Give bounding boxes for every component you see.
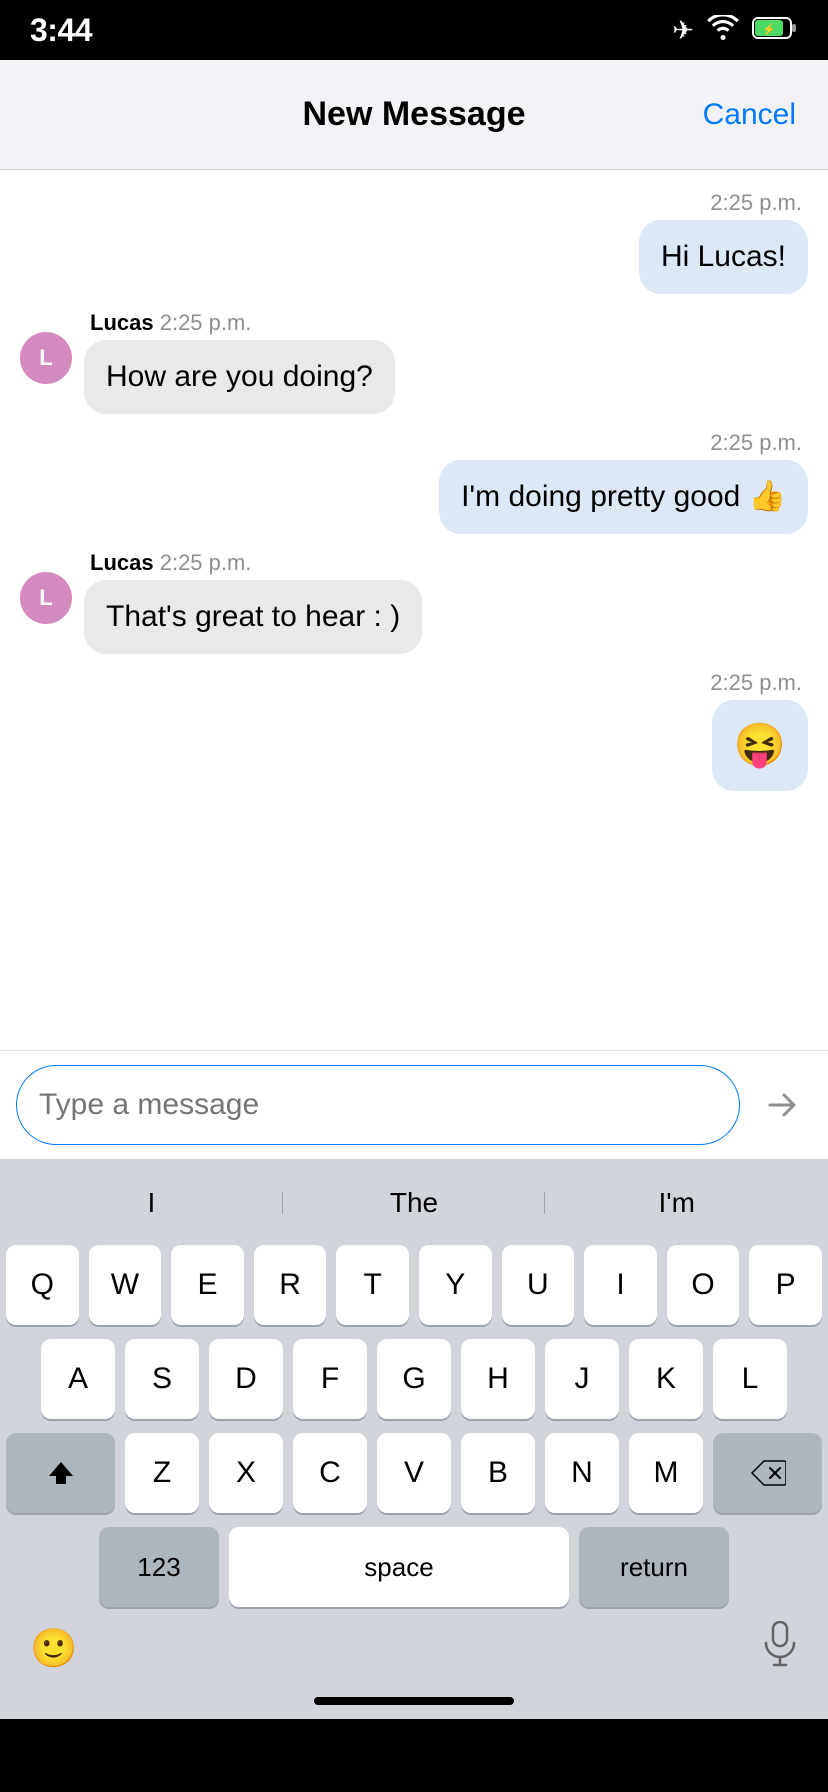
wifi-icon (706, 15, 740, 46)
message-time: 2:25 p.m. (704, 190, 808, 216)
key-w[interactable]: W (89, 1245, 162, 1325)
sender-name: Lucas (90, 310, 154, 335)
key-r[interactable]: R (254, 1245, 327, 1325)
key-g[interactable]: G (377, 1339, 451, 1419)
key-m[interactable]: M (629, 1433, 703, 1513)
key-j[interactable]: J (545, 1339, 619, 1419)
message-row: 2:25 p.m. I'm doing pretty good 👍 (20, 430, 808, 534)
key-x[interactable]: X (209, 1433, 283, 1513)
key-s[interactable]: S (125, 1339, 199, 1419)
message-row: L Lucas 2:25 p.m. That's great to hear :… (20, 550, 808, 654)
num-key[interactable]: 123 (99, 1527, 219, 1607)
key-b[interactable]: B (461, 1433, 535, 1513)
svg-text:⚡: ⚡ (762, 23, 776, 36)
home-indicator (0, 1697, 828, 1719)
received-bubble-wrapper: Lucas 2:25 p.m. That's great to hear : ) (84, 550, 422, 654)
message-meta: Lucas 2:25 p.m. (84, 550, 257, 576)
keyboard: I The I'm Q W E R T Y U I O P A S D F G … (0, 1159, 828, 1719)
home-bar (314, 1697, 514, 1705)
nav-bar: New Message Cancel (0, 60, 828, 170)
shift-key[interactable] (6, 1433, 115, 1513)
message-bubble: I'm doing pretty good 👍 (439, 460, 808, 534)
message-row: 2:25 p.m. 😝 (20, 670, 808, 791)
key-q[interactable]: Q (6, 1245, 79, 1325)
key-a[interactable]: A (41, 1339, 115, 1419)
sender-name: Lucas (90, 550, 154, 575)
predictive-word-1[interactable]: I (20, 1187, 283, 1219)
key-d[interactable]: D (209, 1339, 283, 1419)
key-n[interactable]: N (545, 1433, 619, 1513)
chat-area: 2:25 p.m. Hi Lucas! L Lucas 2:25 p.m. Ho… (0, 170, 828, 1050)
key-t[interactable]: T (336, 1245, 409, 1325)
key-row-4: 123 space return (6, 1527, 822, 1607)
key-y[interactable]: Y (419, 1245, 492, 1325)
predictive-word-3[interactable]: I'm (545, 1187, 808, 1219)
battery-icon: ⚡ (752, 15, 798, 46)
airplane-icon: ✈ (672, 15, 694, 46)
emoji-button[interactable]: 🙂 (30, 1627, 77, 1671)
status-time: 3:44 (30, 12, 92, 49)
message-time: 2:25 p.m. (704, 430, 808, 456)
send-button[interactable] (752, 1075, 812, 1135)
avatar: L (20, 332, 72, 384)
key-c[interactable]: C (293, 1433, 367, 1513)
message-time: 2:25 p.m. (160, 550, 252, 575)
key-row-2: A S D F G H J K L (6, 1339, 822, 1419)
key-row-3: Z X C V B N M (6, 1433, 822, 1513)
key-o[interactable]: O (667, 1245, 740, 1325)
predictive-bar: I The I'm (0, 1169, 828, 1237)
message-bubble: 😝 (712, 700, 808, 791)
keyboard-bottom: 🙂 (0, 1607, 828, 1697)
message-row: L Lucas 2:25 p.m. How are you doing? (20, 310, 808, 414)
key-e[interactable]: E (171, 1245, 244, 1325)
keys-section: Q W E R T Y U I O P A S D F G H J K L (0, 1237, 828, 1607)
message-meta: Lucas 2:25 p.m. (84, 310, 257, 336)
message-bubble: How are you doing? (84, 340, 395, 414)
key-row-1: Q W E R T Y U I O P (6, 1245, 822, 1325)
space-key[interactable]: space (229, 1527, 569, 1607)
key-p[interactable]: P (749, 1245, 822, 1325)
key-f[interactable]: F (293, 1339, 367, 1419)
input-area (0, 1050, 828, 1159)
message-bubble: Hi Lucas! (639, 220, 808, 294)
received-bubble-wrapper: Lucas 2:25 p.m. How are you doing? (84, 310, 395, 414)
key-i[interactable]: I (584, 1245, 657, 1325)
delete-key[interactable] (713, 1433, 822, 1513)
status-icons: ✈ ⚡ (672, 15, 798, 46)
key-v[interactable]: V (377, 1433, 451, 1513)
message-row: 2:25 p.m. Hi Lucas! (20, 190, 808, 294)
sent-bubble-wrapper: 2:25 p.m. 😝 (704, 670, 808, 791)
predictive-word-2[interactable]: The (283, 1187, 546, 1219)
key-u[interactable]: U (502, 1245, 575, 1325)
key-h[interactable]: H (461, 1339, 535, 1419)
sent-bubble-wrapper: 2:25 p.m. I'm doing pretty good 👍 (439, 430, 808, 534)
message-time: 2:25 p.m. (160, 310, 252, 335)
cancel-button[interactable]: Cancel (703, 98, 796, 132)
key-z[interactable]: Z (125, 1433, 199, 1513)
mic-button[interactable] (762, 1621, 798, 1677)
message-time: 2:25 p.m. (704, 670, 808, 696)
message-bubble: That's great to hear : ) (84, 580, 422, 654)
sent-bubble-wrapper: 2:25 p.m. Hi Lucas! (639, 190, 808, 294)
status-bar: 3:44 ✈ ⚡ (0, 0, 828, 60)
avatar: L (20, 572, 72, 624)
nav-title: New Message (303, 95, 526, 134)
message-input[interactable] (16, 1065, 740, 1145)
key-l[interactable]: L (713, 1339, 787, 1419)
return-key[interactable]: return (579, 1527, 729, 1607)
key-k[interactable]: K (629, 1339, 703, 1419)
